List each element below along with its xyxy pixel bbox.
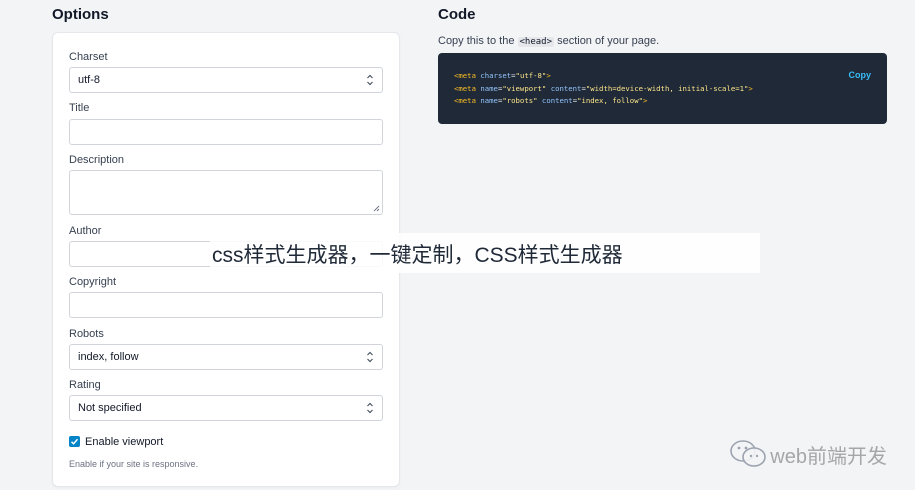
- code-heading: Code: [438, 6, 476, 23]
- overlay-banner: css样式生成器，一键定制，CSS样式生成器: [210, 233, 760, 273]
- chevron-up-down-icon: [367, 74, 373, 86]
- code-attr-value: "index, follow": [577, 96, 643, 105]
- title-input[interactable]: [69, 119, 383, 145]
- title-label: Title: [69, 102, 90, 114]
- code-tag-close: >: [748, 83, 753, 93]
- enable-viewport-label[interactable]: Enable viewport: [85, 436, 163, 448]
- code-desc-after: section of your page.: [554, 35, 660, 47]
- code-tag: <meta: [454, 96, 476, 105]
- robots-label: Robots: [69, 328, 104, 340]
- description-label: Description: [69, 154, 125, 166]
- charset-select[interactable]: utf-8: [69, 67, 383, 93]
- rating-value: Not specified: [78, 402, 142, 414]
- code-attr-value: "utf-8": [515, 71, 547, 80]
- code-tag-close: >: [546, 71, 551, 80]
- code-line: <meta name="robots" content="index, foll…: [454, 96, 648, 105]
- code-attr-name: content: [550, 83, 582, 93]
- viewport-help-text: Enable if your site is responsive.: [69, 459, 199, 469]
- code-line: <meta name="viewport" content="width=dev…: [454, 83, 753, 93]
- code-attr-name: name: [480, 83, 498, 93]
- code-line: <meta charset="utf-8">: [454, 71, 551, 80]
- options-heading: Options: [52, 6, 109, 23]
- code-tag-close: >: [643, 96, 648, 105]
- charset-value: utf-8: [78, 74, 101, 86]
- code-attr-value: "width=device-width, initial-scale=1": [585, 83, 749, 93]
- code-attr-value: "robots": [502, 96, 538, 105]
- robots-select[interactable]: index, follow: [69, 344, 383, 370]
- description-textarea[interactable]: [69, 170, 383, 215]
- enable-viewport-checkbox[interactable]: [69, 436, 80, 447]
- code-attr-name: content: [541, 96, 573, 105]
- watermark: web前端开发: [728, 437, 887, 471]
- rating-select[interactable]: Not specified: [69, 395, 383, 421]
- code-attr-name: charset: [480, 71, 512, 80]
- code-attr-name: name: [480, 96, 498, 105]
- code-tag: <meta: [454, 83, 476, 93]
- robots-value: index, follow: [78, 351, 139, 363]
- chevron-up-down-icon: [367, 351, 373, 363]
- copy-button[interactable]: Copy: [849, 70, 872, 80]
- wechat-icon: [730, 440, 767, 467]
- charset-label: Charset: [69, 51, 108, 63]
- copyright-label: Copyright: [69, 276, 117, 288]
- code-description: Copy this to the <head> section of your …: [438, 35, 659, 47]
- code-lines: <meta charset="utf-8"> <meta name="viewpo…: [454, 70, 753, 108]
- resize-grip-icon[interactable]: [373, 205, 380, 212]
- copyright-input[interactable]: [69, 292, 383, 318]
- code-attr-value: "viewport": [502, 83, 547, 93]
- chevron-up-down-icon: [367, 402, 373, 414]
- overlay-banner-text: css样式生成器，一键定制，CSS样式生成器: [212, 244, 623, 267]
- checkmark-icon: [70, 438, 79, 445]
- head-inline-code: <head>: [517, 37, 555, 47]
- rating-label: Rating: [69, 379, 101, 391]
- code-tag: <meta: [454, 71, 476, 80]
- watermark-text: web前端开发: [770, 445, 887, 468]
- code-desc-before: Copy this to the: [438, 35, 518, 47]
- author-label: Author: [69, 225, 102, 237]
- code-block: <meta charset="utf-8"> <meta name="viewpo…: [438, 53, 887, 124]
